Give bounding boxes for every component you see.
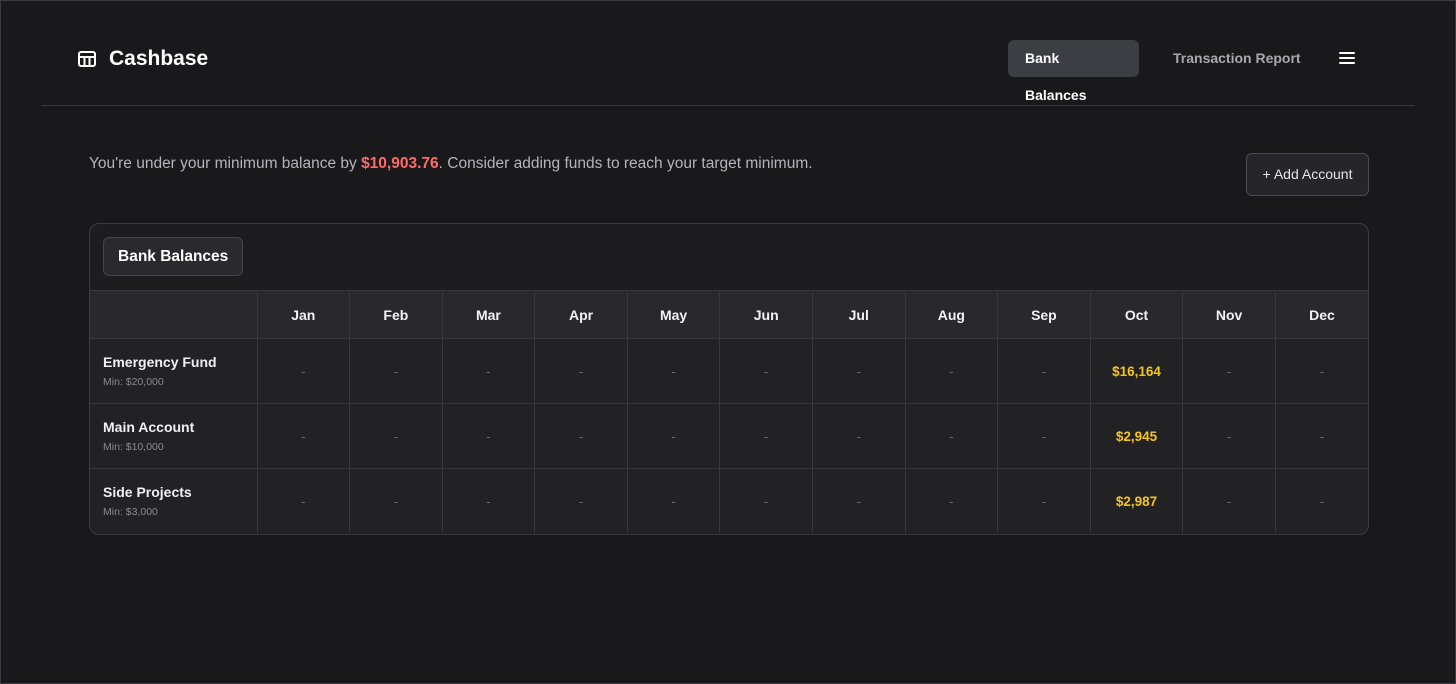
account-column-header bbox=[90, 290, 258, 339]
balance-cell[interactable]: - bbox=[256, 468, 351, 533]
balance-cell[interactable]: - bbox=[441, 468, 536, 533]
minimum-balance-notice: You're under your minimum balance by $10… bbox=[89, 155, 813, 173]
month-header-aug: Aug bbox=[904, 290, 999, 339]
month-header-mar: Mar bbox=[441, 290, 536, 339]
account-minimum: Min: $20,000 bbox=[103, 376, 164, 388]
tab-transaction-report[interactable]: Transaction Report bbox=[1156, 40, 1318, 77]
balance-cell[interactable]: - bbox=[904, 468, 999, 533]
panel-title: Bank Balances bbox=[103, 237, 244, 276]
balance-cell[interactable]: - bbox=[904, 403, 999, 469]
notice-prefix: You're under your minimum balance by bbox=[89, 155, 362, 172]
month-header-nov: Nov bbox=[1182, 290, 1276, 339]
month-header-sep: Sep bbox=[997, 290, 1091, 339]
table-row[interactable]: Emergency Fund Min: $20,000- - - - - - - - - $16,1… bbox=[90, 338, 1368, 404]
balances-table: Jan Feb Mar Apr May Jun Jul Aug Sep Oct Nov Dec Eme… bbox=[90, 290, 1368, 533]
balance-cell[interactable]: $2,945 bbox=[1089, 403, 1184, 469]
balance-cell[interactable]: - bbox=[719, 468, 813, 533]
hamburger-menu-icon[interactable] bbox=[1337, 49, 1357, 67]
balance-cell[interactable]: - bbox=[349, 338, 443, 404]
balance-cell[interactable]: - bbox=[626, 403, 721, 469]
table-row[interactable]: Side Projects Min: $3,000- - - - - - - - - $2,987-… bbox=[90, 468, 1368, 533]
balance-cell[interactable]: - bbox=[719, 403, 813, 469]
table-icon bbox=[78, 51, 96, 67]
month-header-jan: Jan bbox=[256, 290, 351, 339]
balance-cell[interactable]: - bbox=[349, 468, 443, 533]
table-header-row: Jan Feb Mar Apr May Jun Jul Aug Sep Oct Nov Dec bbox=[90, 290, 1368, 339]
table-row[interactable]: Main Account Min: $10,000- - - - - - - - - $2,945-… bbox=[90, 403, 1368, 469]
account-cell: Emergency Fund Min: $20,000 bbox=[90, 338, 258, 404]
balance-cell[interactable]: - bbox=[997, 338, 1091, 404]
account-cell: Main Account Min: $10,000 bbox=[90, 403, 258, 469]
balance-cell[interactable]: - bbox=[534, 338, 628, 404]
balance-cell[interactable]: - bbox=[626, 338, 721, 404]
balance-cell[interactable]: - bbox=[1182, 403, 1276, 469]
account-minimum: Min: $3,000 bbox=[103, 506, 158, 518]
month-header-apr: Apr bbox=[534, 290, 628, 339]
balance-cell[interactable]: - bbox=[904, 338, 999, 404]
top-header: Cashbase Bank Balances Transaction Repor… bbox=[41, 1, 1415, 106]
account-name: Main Account bbox=[103, 419, 195, 435]
month-header-jun: Jun bbox=[719, 290, 813, 339]
balance-cell[interactable]: - bbox=[997, 403, 1091, 469]
shortfall-amount: $10,903.76 bbox=[361, 155, 439, 172]
balance-cell[interactable]: - bbox=[349, 403, 443, 469]
tab-bank-balances[interactable]: Bank Balances bbox=[1008, 40, 1139, 103]
account-name: Side Projects bbox=[103, 484, 192, 500]
balance-cell[interactable]: - bbox=[1274, 403, 1368, 469]
balance-cell[interactable]: - bbox=[256, 338, 351, 404]
balance-cell[interactable]: - bbox=[441, 338, 536, 404]
balance-cell[interactable]: - bbox=[1182, 338, 1276, 404]
balance-cell[interactable]: - bbox=[256, 403, 351, 469]
table-body: Emergency Fund Min: $20,000- - - - - - - - - $16,1… bbox=[90, 338, 1368, 533]
balance-cell[interactable]: $16,164 bbox=[1089, 338, 1184, 404]
month-header-feb: Feb bbox=[349, 290, 443, 339]
month-header-jul: Jul bbox=[811, 290, 906, 339]
add-account-button[interactable]: + Add Account bbox=[1246, 153, 1369, 196]
month-header-may: May bbox=[626, 290, 721, 339]
bank-balances-panel: Bank Balances Jan Feb Mar Apr May Jun Jul Aug Se… bbox=[89, 223, 1369, 535]
notice-suffix: . Consider adding funds to reach your ta… bbox=[438, 155, 813, 172]
balance-cell[interactable]: - bbox=[811, 338, 906, 404]
account-name: Emergency Fund bbox=[103, 354, 217, 370]
balance-cell[interactable]: - bbox=[1274, 468, 1368, 533]
balance-cell[interactable]: - bbox=[997, 468, 1091, 533]
balance-cell[interactable]: $2,987 bbox=[1089, 468, 1184, 533]
balance-cell[interactable]: - bbox=[719, 338, 813, 404]
balance-cell[interactable]: - bbox=[626, 468, 721, 533]
balance-cell[interactable]: - bbox=[1274, 338, 1368, 404]
account-cell: Side Projects Min: $3,000 bbox=[90, 468, 258, 533]
balance-cell[interactable]: - bbox=[441, 403, 536, 469]
account-minimum: Min: $10,000 bbox=[103, 441, 164, 453]
balance-cell[interactable]: - bbox=[811, 403, 906, 469]
month-header-dec: Dec bbox=[1274, 290, 1368, 339]
brand[interactable]: Cashbase bbox=[77, 47, 208, 71]
balance-cell[interactable]: - bbox=[534, 468, 628, 533]
month-header-oct: Oct bbox=[1089, 290, 1184, 339]
balance-cell[interactable]: - bbox=[1182, 468, 1276, 533]
app-name: Cashbase bbox=[109, 47, 209, 70]
balance-cell[interactable]: - bbox=[811, 468, 906, 533]
balance-cell[interactable]: - bbox=[534, 403, 628, 469]
